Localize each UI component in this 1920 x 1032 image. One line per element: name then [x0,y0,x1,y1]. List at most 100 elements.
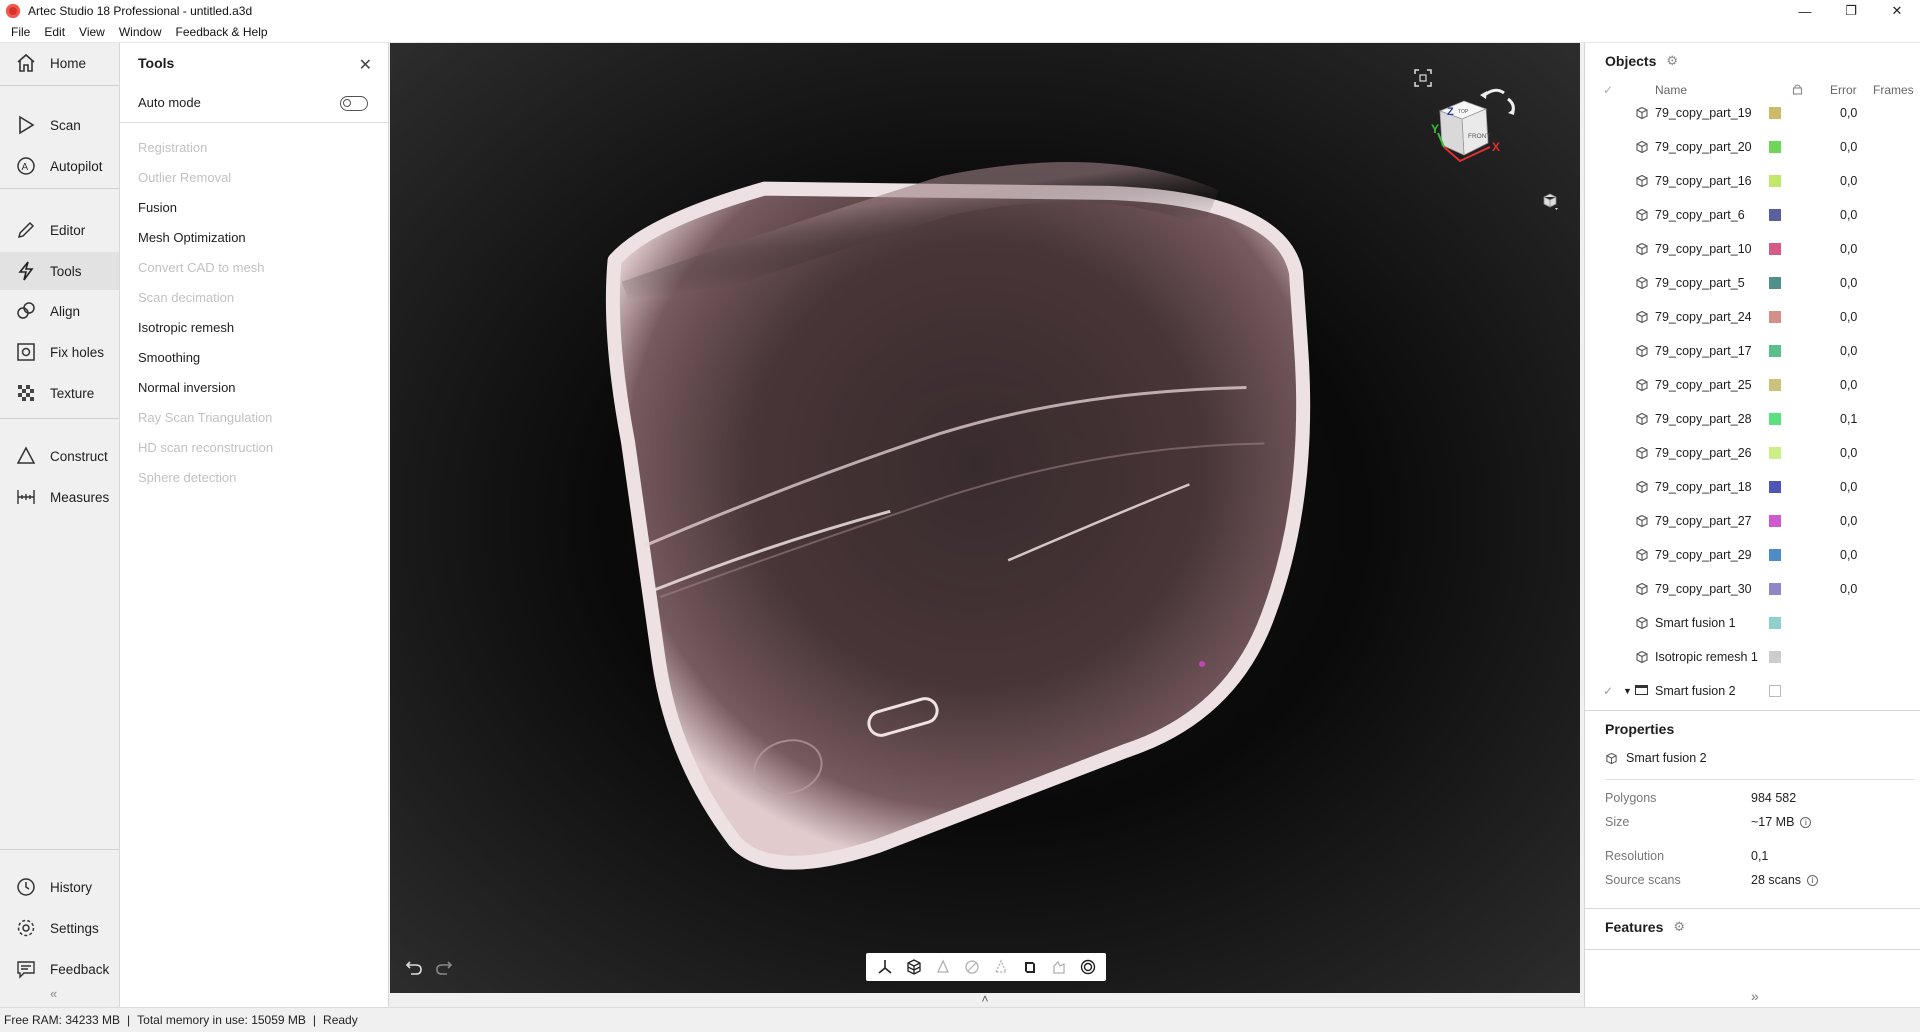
close-button[interactable]: ✕ [1874,0,1920,22]
features-settings-gear-icon[interactable]: ⚙ [1673,919,1685,935]
nav-construct[interactable]: Construct [0,437,119,475]
object-color-swatch[interactable] [1769,481,1781,493]
object-row[interactable]: 79_copy_part_20 0,0 [1585,130,1920,164]
object-row[interactable]: 79_copy_part_25 0,0 [1585,368,1920,402]
tool-smoothing[interactable]: Smoothing [120,343,388,373]
object-color-swatch[interactable] [1769,243,1781,255]
object-row[interactable]: 79_copy_part_17 0,0 [1585,334,1920,368]
object-error-value: 0,0 [1840,344,1858,358]
object-color-swatch[interactable] [1769,515,1781,527]
tool-isotropic-remesh[interactable]: Isotropic remesh [120,313,388,343]
nav-texture[interactable]: Texture [0,374,119,412]
nav-feedback[interactable]: Feedback [0,950,119,988]
nav-editor[interactable]: Editor [0,211,119,249]
menu-feedback-help[interactable]: Feedback & Help [169,25,275,39]
object-color-swatch[interactable] [1769,447,1781,459]
nav-history[interactable]: History [0,868,119,906]
nav-settings[interactable]: Settings [0,909,119,947]
shaded-icon[interactable] [931,956,955,978]
object-color-swatch[interactable] [1769,617,1781,629]
object-row[interactable]: Isotropic remesh 1 [1585,640,1920,674]
info-icon[interactable]: i [1807,874,1819,886]
object-row[interactable]: 79_copy_part_28 0,1 [1585,402,1920,436]
object-color-swatch[interactable] [1769,107,1781,119]
object-color-swatch[interactable] [1769,685,1781,697]
nav-tools[interactable]: Tools [0,252,119,290]
object-row[interactable]: 79_copy_part_27 0,0 [1585,504,1920,538]
undo-icon[interactable] [404,957,424,977]
lightning-icon [14,259,38,283]
object-row[interactable]: 79_copy_part_10 0,0 [1585,232,1920,266]
tool-normal-inversion[interactable]: Normal inversion [120,373,388,403]
mesh-object-icon [1636,446,1648,460]
column-visibility-check[interactable]: ✓ [1603,83,1613,97]
wire-icon[interactable] [960,956,984,978]
prop-resolution-key: Resolution [1605,849,1665,863]
expand-timeline-button[interactable]: ˄ [390,993,1580,1007]
object-color-swatch[interactable] [1769,209,1781,221]
expand-panel-button[interactable]: » [1751,988,1759,1004]
object-color-swatch[interactable] [1769,175,1781,187]
object-color-swatch[interactable] [1769,651,1781,663]
collapse-nav-button[interactable]: « [50,986,57,1001]
nav-home-label: Home [50,55,87,71]
object-error-value: 0,0 [1840,140,1858,154]
minimize-button[interactable]: — [1782,0,1828,22]
tool-fusion[interactable]: Fusion [120,193,388,223]
xray-icon[interactable] [1076,956,1100,978]
tool-mesh-optimization[interactable]: Mesh Optimization [120,223,388,253]
object-row[interactable]: 79_copy_part_16 0,0 [1585,164,1920,198]
object-row[interactable]: 79_copy_part_30 0,0 [1585,572,1920,606]
object-color-swatch[interactable] [1769,583,1781,595]
column-frames[interactable]: Frames [1873,83,1914,97]
auto-mode-toggle[interactable] [340,96,368,111]
points-icon[interactable] [989,956,1013,978]
nav-align[interactable]: Align [0,292,119,330]
maximize-button[interactable]: ❐ [1828,0,1874,22]
object-row[interactable]: 79_copy_part_19 0,0 [1585,101,1920,130]
lighting-icon[interactable] [1047,956,1071,978]
column-error[interactable]: Error [1830,83,1857,97]
menu-view[interactable]: View [72,25,112,39]
mesh-mode-icon[interactable] [902,956,926,978]
navigation-cube[interactable]: Z TOP FRONT Y X [1430,83,1560,193]
object-row[interactable]: Smart fusion 1 [1585,606,1920,640]
object-color-swatch[interactable] [1769,379,1781,391]
object-error-value: 0,0 [1840,480,1858,494]
mesh-object-icon [1636,582,1648,596]
nav-scan[interactable]: Scan [0,106,119,144]
visibility-check-icon[interactable]: ✓ [1603,684,1613,698]
object-row[interactable]: ✓ ▼ Smart fusion 2 [1585,674,1920,708]
object-row[interactable]: 79_copy_part_26 0,0 [1585,436,1920,470]
column-name[interactable]: Name [1655,83,1687,97]
object-color-swatch[interactable] [1769,277,1781,289]
nav-measures[interactable]: Measures [0,478,119,516]
object-row[interactable]: 79_copy_part_29 0,0 [1585,538,1920,572]
expand-arrow-icon[interactable]: ▼ [1623,686,1632,696]
column-lock-icon[interactable] [1792,83,1803,98]
texture-mode-icon[interactable] [1018,956,1042,978]
object-color-swatch[interactable] [1769,413,1781,425]
3d-viewport[interactable]: Z TOP FRONT Y X [390,43,1580,993]
close-icon[interactable]: ✕ [359,55,372,75]
nav-fix-holes[interactable]: Fix holes [0,333,119,371]
object-color-swatch[interactable] [1769,549,1781,561]
nav-autopilot[interactable]: A Autopilot [0,147,119,185]
object-color-swatch[interactable] [1769,311,1781,323]
object-color-swatch[interactable] [1769,345,1781,357]
object-color-swatch[interactable] [1769,141,1781,153]
axes-icon[interactable] [873,956,897,978]
redo-icon[interactable] [434,957,454,977]
info-icon[interactable]: i [1800,816,1812,828]
menu-window[interactable]: Window [112,25,169,39]
view-cube-menu-icon[interactable] [1540,191,1560,211]
object-row[interactable]: 79_copy_part_5 0,0 [1585,266,1920,300]
object-row[interactable]: 79_copy_part_24 0,0 [1585,300,1920,334]
objects-settings-gear-icon[interactable]: ⚙ [1666,53,1678,69]
menu-edit[interactable]: Edit [37,25,72,39]
pencil-icon [14,218,38,242]
object-row[interactable]: 79_copy_part_18 0,0 [1585,470,1920,504]
object-row[interactable]: 79_copy_part_6 0,0 [1585,198,1920,232]
menu-file[interactable]: File [4,25,37,39]
nav-home[interactable]: Home [0,44,119,82]
